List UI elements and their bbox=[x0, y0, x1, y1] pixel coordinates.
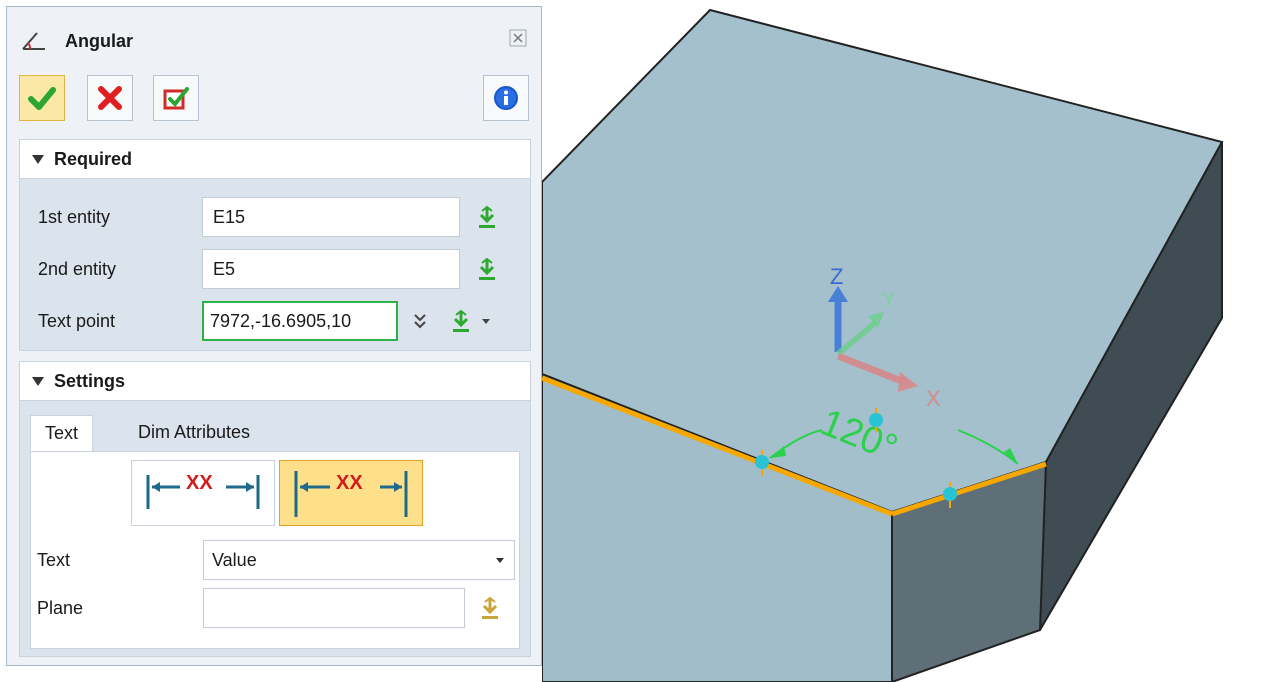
dropdown-caret-icon[interactable] bbox=[482, 319, 490, 324]
text-select[interactable]: Value bbox=[203, 540, 515, 580]
pick-entity-icon[interactable] bbox=[474, 257, 500, 283]
plane-label: Plane bbox=[37, 598, 84, 618]
panel-title-bar: Angular bbox=[7, 7, 541, 69]
first-entity-field[interactable]: E15 bbox=[202, 197, 460, 237]
alignment-sample-text: XX bbox=[336, 472, 363, 494]
x-axis-label: X bbox=[926, 386, 941, 411]
alignment-sample-text: XX bbox=[186, 472, 213, 494]
tab-text[interactable]: Text bbox=[30, 415, 94, 451]
text-above-line-button[interactable]: XX bbox=[131, 460, 275, 526]
cancel-button[interactable] bbox=[87, 75, 133, 121]
x-icon bbox=[98, 86, 122, 110]
settings-tabs: Text Dim Attributes bbox=[20, 401, 530, 451]
first-entity-label: 1st entity bbox=[38, 207, 111, 227]
pick-entity-icon[interactable] bbox=[474, 205, 500, 231]
collapse-triangle-icon bbox=[32, 154, 44, 164]
apply-check-icon bbox=[163, 87, 189, 110]
collapse-triangle-icon bbox=[32, 376, 44, 386]
pick-plane-icon[interactable] bbox=[477, 596, 503, 622]
second-entity-label: 2nd entity bbox=[38, 259, 117, 279]
text-point-field[interactable]: 7972,-16.6905,10 bbox=[202, 301, 398, 341]
second-entity-field[interactable]: E5 bbox=[202, 249, 460, 289]
plane-field[interactable] bbox=[203, 588, 465, 628]
required-section-body: 1st entity E15 2nd entity E5 Text point … bbox=[19, 179, 531, 351]
close-icon[interactable] bbox=[509, 29, 527, 47]
info-icon bbox=[494, 86, 518, 110]
text-select-value: Value bbox=[212, 550, 257, 570]
expand-chevron-icon[interactable] bbox=[412, 313, 428, 331]
tab-dim-attributes[interactable]: Dim Attributes bbox=[138, 415, 250, 451]
y-axis-label: Y bbox=[882, 289, 895, 311]
info-button[interactable] bbox=[483, 75, 529, 121]
chevron-down-icon bbox=[496, 558, 504, 563]
settings-header-label: Settings bbox=[54, 370, 126, 391]
settings-section-body: Text Dim Attributes XX XX Text Value Pla… bbox=[19, 401, 531, 657]
angular-dimension-panel: Angular Required 1st entity E15 2nd enti… bbox=[6, 6, 542, 666]
checkmark-icon bbox=[28, 87, 56, 110]
panel-title: Angular bbox=[65, 31, 134, 51]
required-header-label: Required bbox=[54, 148, 133, 169]
3d-viewport[interactable]: Z Y X 120° bbox=[542, 0, 1268, 682]
text-point-label: Text point bbox=[38, 311, 116, 331]
angular-dimension-icon bbox=[22, 32, 45, 50]
text-inline-button[interactable]: XX bbox=[279, 460, 423, 526]
text-tab-content: XX XX Text Value Plane bbox=[30, 451, 520, 649]
pick-point-icon[interactable] bbox=[448, 309, 474, 335]
z-axis-label: Z bbox=[830, 264, 843, 289]
text-label: Text bbox=[37, 550, 71, 570]
apply-button[interactable] bbox=[153, 75, 199, 121]
ok-button[interactable] bbox=[19, 75, 65, 121]
settings-section-header[interactable]: Settings bbox=[19, 361, 531, 401]
required-section-header[interactable]: Required bbox=[19, 139, 531, 179]
